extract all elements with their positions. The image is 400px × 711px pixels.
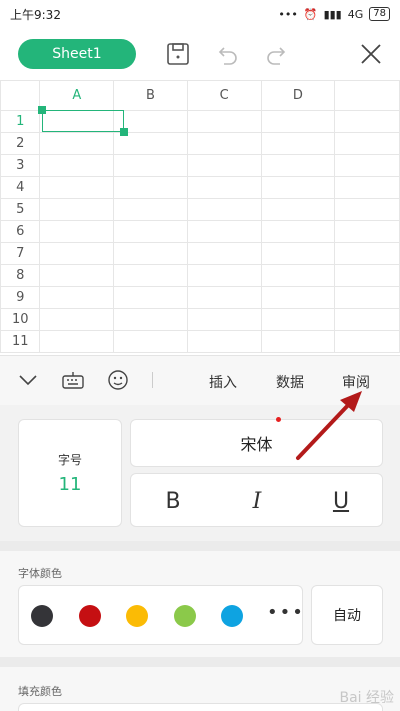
annotation-arrow: [296, 391, 362, 460]
watermark-text: Bai 经验: [339, 690, 394, 706]
